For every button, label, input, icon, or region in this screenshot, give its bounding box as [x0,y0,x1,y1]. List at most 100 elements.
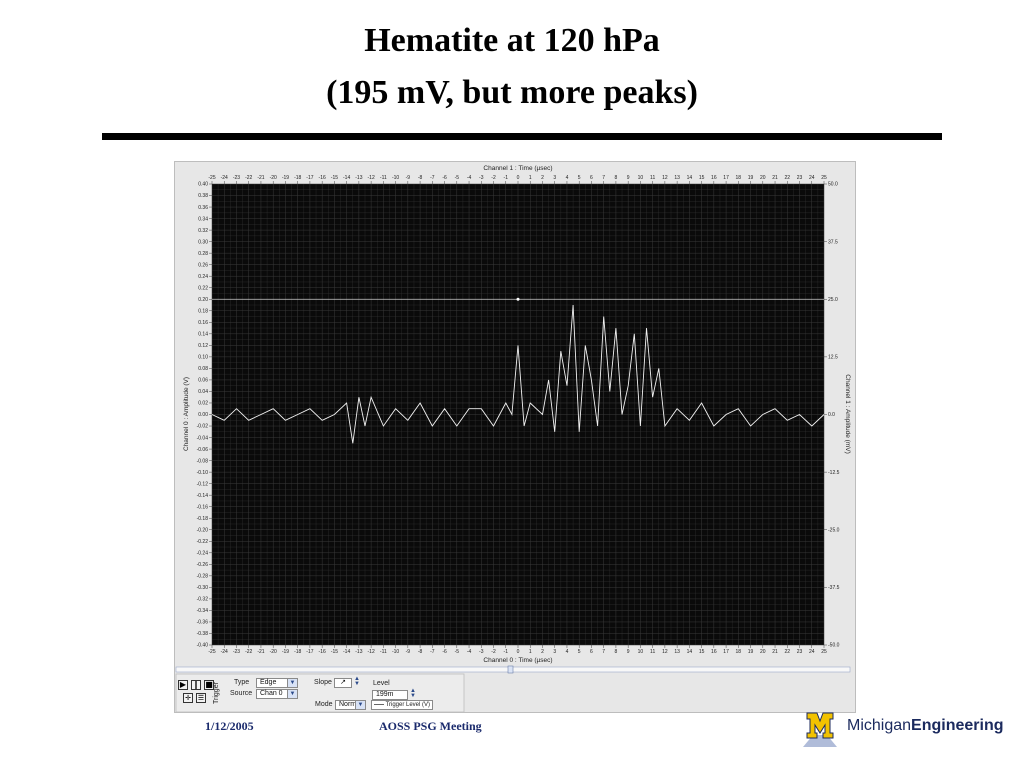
y-tick-label: 0.24 [198,274,208,280]
x-tick-label-top: -21 [257,175,264,181]
x-tick-label-bottom: 25 [821,649,827,655]
x-ticks-top: -25 -24 -23 -22 -21 -20 -19 -18 -17 -16 -15 -14 -13-… [208,175,827,184]
slide-title-line2: (195 mV, but more peaks) [326,74,698,111]
x-tick-label-bottom: -18 [294,649,301,655]
x-tick-label-bottom: -22 [245,649,252,655]
y2-tick-label: -25.0 [828,527,840,533]
x-tick-label-top: 17 [723,175,729,181]
x-tick-label-bottom: 13 [674,649,680,655]
x-tick-label-top: 11 [650,175,655,181]
x-tick-label-bottom: -5 [455,649,460,655]
x-tick-label-bottom: -20 [270,649,277,655]
x-tick-label-bottom: 19 [748,649,754,655]
x-tick-label-bottom: 15 [699,649,705,655]
trigger-marker [516,297,520,301]
pause-icon[interactable]: ‖ [191,680,201,690]
x-tick-label-top: 7 [602,175,605,181]
x-tick-label-top: -5 [455,175,460,181]
y2-tick-label: 37.5 [828,239,838,245]
x-tick-label-top: -23 [233,175,240,181]
x-tick-label-top: 8 [615,175,618,181]
y-tick-label: -0.32 [197,597,209,603]
x-tick-label-bottom: -11 [380,649,387,655]
x-tick-label-bottom: 0 [517,649,520,655]
x-tick-label-top: -4 [467,175,472,181]
y-tick-label: 0.00 [198,412,208,418]
x-tick-label-top: 25 [821,175,827,181]
zoom-icon[interactable]: ✛ [183,693,193,703]
x-tick-label-top: -8 [418,175,423,181]
play-icon[interactable]: ▶ [178,680,188,690]
title-rule [102,133,942,140]
x-tick-label-top: -1 [504,175,509,181]
x-tick-label-bottom: 10 [638,649,644,655]
type-select[interactable]: Edge ▼ [256,678,298,688]
y-tick-label: 0.36 [198,205,208,211]
x-tick-label-bottom: -7 [430,649,435,655]
x-tick-label-top: -6 [442,175,447,181]
y-tick-label: -0.34 [197,608,209,614]
slope-selector[interactable]: ↗ [334,678,352,688]
x-tick-label-bottom: 12 [662,649,668,655]
source-select[interactable]: Chan 0 ▼ [256,689,298,699]
x-tick-label-bottom: -8 [418,649,423,655]
x-tick-label-top: 18 [736,175,742,181]
x-tick-label-bottom: 14 [687,649,693,655]
trigger-label: Trigger [213,682,220,704]
type-value: Edge [260,679,277,686]
chevron-down-icon: ▼ [355,701,365,709]
y-tick-label: -0.18 [197,516,209,522]
x-tick-label-bottom: -1 [504,649,509,655]
x-tick-label-bottom: 11 [650,649,655,655]
level-spinner-icon[interactable]: ▲ ▼ [410,688,416,699]
y-tick-label: -0.26 [197,562,209,568]
x-tick-label-top: -22 [245,175,252,181]
y-tick-label: 0.08 [198,366,208,372]
x-tick-label-top: -3 [479,175,484,181]
x-tick-label-top: -17 [306,175,313,181]
y-tick-label: 0.40 [198,182,208,188]
slide-title-line1: Hematite at 120 hPa [364,22,660,59]
x-tick-label-bottom: -9 [406,649,411,655]
x-tick-label-top: 16 [711,175,717,181]
x-tick-label-bottom: 7 [602,649,605,655]
y-tick-label: -0.38 [197,631,209,637]
logo-prefix: Michigan [847,717,912,734]
x-tick-label-top: -10 [392,175,399,181]
chevron-down-icon: ▼ [287,690,297,698]
x-tick-label-top: 3 [553,175,556,181]
x-tick-label-top: -24 [221,175,228,181]
y-tick-label: -0.12 [197,481,209,487]
cursor-icon[interactable]: ☰ [196,693,206,703]
x-tick-label-bottom: -17 [306,649,313,655]
x-tick-label-bottom: -10 [392,649,399,655]
y-tick-label: 0.20 [198,297,208,303]
level-label: Level [373,680,390,687]
footer-meeting: AOSS PSG Meeting [379,719,482,733]
level-input[interactable]: 199m [372,690,408,700]
x-tick-label-bottom: 9 [627,649,630,655]
x-tick-label-bottom: 18 [736,649,742,655]
mode-select[interactable]: Norm ▼ [335,700,366,710]
slope-spinner-icon[interactable]: ▲ ▼ [354,676,360,687]
x-ticks-bottom: -25 -24 -23 -22 -21 -20 -19 -18 -17 -16 -15 -14 -13-… [208,645,827,655]
x-tick-label-bottom: 4 [566,649,569,655]
x-tick-label-bottom: 21 [772,649,778,655]
source-value: Chan 0 [260,690,283,697]
x-tick-label-bottom: 17 [723,649,729,655]
y-tick-label: -0.14 [197,493,209,499]
x-tick-label-top: 15 [699,175,705,181]
x-tick-label-top: 2 [541,175,544,181]
y-tick-label: -0.08 [197,458,209,464]
x-tick-label-top: 24 [809,175,815,181]
mode-value: Norm [339,701,357,708]
y-ticks-right: 50.0 37.5 25.0 12.5 0.0 -12.5 -25.0 -37.5 -50.0 [824,182,840,649]
x-tick-label-top: -14 [343,175,350,181]
mode-label: Mode [315,701,333,708]
time-scrollbar-thumb[interactable] [507,665,514,674]
x-tick-label-top: -13 [355,175,362,181]
x-tick-label-bottom: 22 [784,649,790,655]
rising-edge-icon: ↗ [340,679,346,686]
y-tick-label: 0.28 [198,251,208,257]
x-tick-label-top: 12 [662,175,668,181]
